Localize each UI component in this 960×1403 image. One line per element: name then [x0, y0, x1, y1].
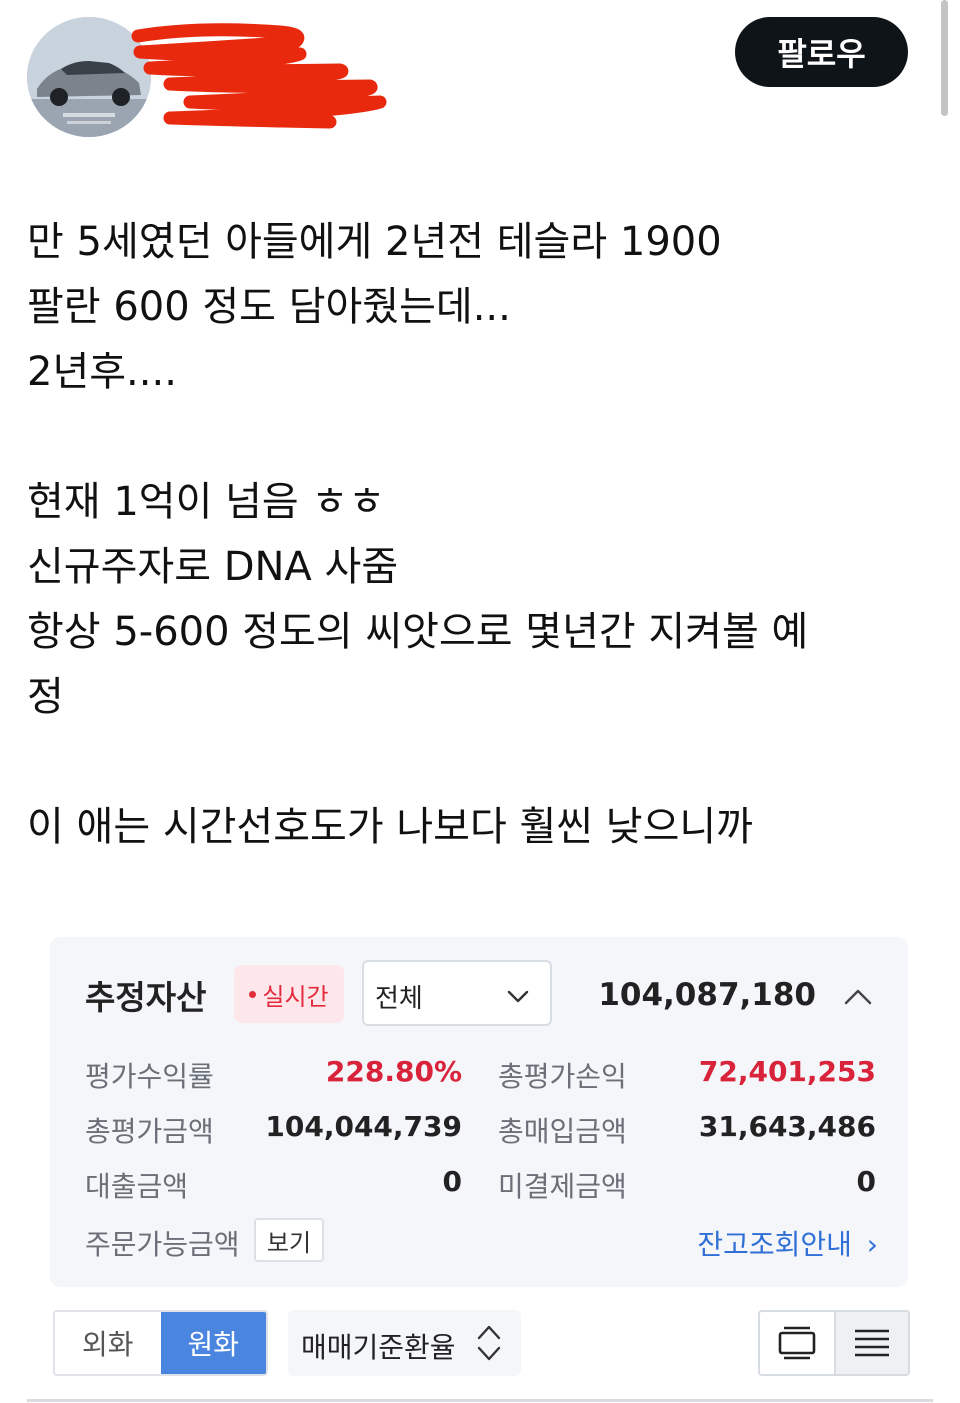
orderable-amount-label: 주문가능금액: [85, 1228, 240, 1261]
realtime-badge: 실시간: [234, 965, 344, 1023]
account-filter-dropdown[interactable]: 전체: [362, 960, 552, 1026]
card-view-button[interactable]: [760, 1312, 834, 1374]
currency-toggle: 외화 원화: [53, 1310, 268, 1376]
exchange-rate-label: 매매기준환율: [301, 1331, 456, 1364]
post-line: 정: [27, 674, 64, 720]
loan-value: 0: [442, 1165, 462, 1198]
redacted-username-scribble: [131, 23, 387, 129]
unsettled-value: 0: [856, 1165, 876, 1198]
return-rate-label: 평가수익률: [85, 1060, 214, 1093]
follow-button[interactable]: 팔로우: [735, 17, 908, 87]
chevron-up-icon[interactable]: [842, 985, 874, 1009]
tab-krw[interactable]: 원화: [160, 1312, 266, 1374]
post-line: 팔란 600 정도 담아줬는데...: [27, 284, 511, 330]
total-pnl-label: 총평가손익: [498, 1060, 627, 1093]
sort-updown-icon: [477, 1325, 501, 1361]
card-view-icon: [778, 1326, 816, 1360]
live-dot-icon: [249, 990, 257, 998]
list-view-button[interactable]: [834, 1312, 908, 1374]
chevron-right-icon: ›: [866, 1228, 878, 1261]
balance-guide-link[interactable]: 잔고조회안내 ›: [697, 1223, 878, 1263]
exchange-rate-select[interactable]: 매매기준환율: [288, 1310, 521, 1376]
total-assets-value: 104,087,180: [598, 977, 816, 1013]
list-view-icon: [855, 1329, 889, 1357]
card-title: 추정자산: [85, 978, 207, 1017]
divider: [27, 1399, 933, 1402]
filter-value: 전체: [375, 984, 423, 1014]
post-line: 만 5세였던 아들에게 2년전 테슬라 1900: [27, 219, 722, 265]
chevron-down-icon: [507, 990, 529, 1003]
return-rate-value: 228.80%: [325, 1055, 462, 1088]
total-eval-value: 104,044,739: [265, 1110, 462, 1143]
post-line: 이 애는 시간선호도가 나보다 훨씬 낮으니까: [27, 804, 753, 850]
unsettled-label: 미결제금액: [498, 1170, 627, 1203]
account-summary-card: 추정자산 실시간 전체 104,087,180 평가수익률 228.80% 총평…: [50, 937, 908, 1287]
balance-guide-label: 잔고조회안내: [697, 1228, 852, 1261]
post-line: 현재 1억이 넘음 ㅎㅎ: [27, 479, 385, 525]
loan-label: 대출금액: [85, 1170, 189, 1203]
post-line: 2년후....: [27, 349, 177, 395]
scrollbar[interactable]: [941, 0, 948, 116]
view-orderable-button[interactable]: 보기: [254, 1218, 324, 1262]
post-line: 신규주자로 DNA 사줌: [27, 544, 399, 590]
total-eval-label: 총평가금액: [85, 1115, 214, 1148]
realtime-label: 실시간: [262, 982, 329, 1011]
total-purchase-label: 총매입금액: [498, 1115, 627, 1148]
total-purchase-value: 31,643,486: [698, 1110, 876, 1143]
post-line: 항상 5-600 정도의 씨앗으로 몇년간 지켜볼 예: [27, 609, 809, 655]
layout-toggle: [758, 1310, 910, 1376]
post-body: 만 5세였던 아들에게 2년전 테슬라 1900 팔란 600 정도 담아줬는데…: [27, 210, 927, 860]
tab-foreign-currency[interactable]: 외화: [55, 1312, 161, 1374]
total-pnl-value: 72,401,253: [698, 1055, 876, 1088]
